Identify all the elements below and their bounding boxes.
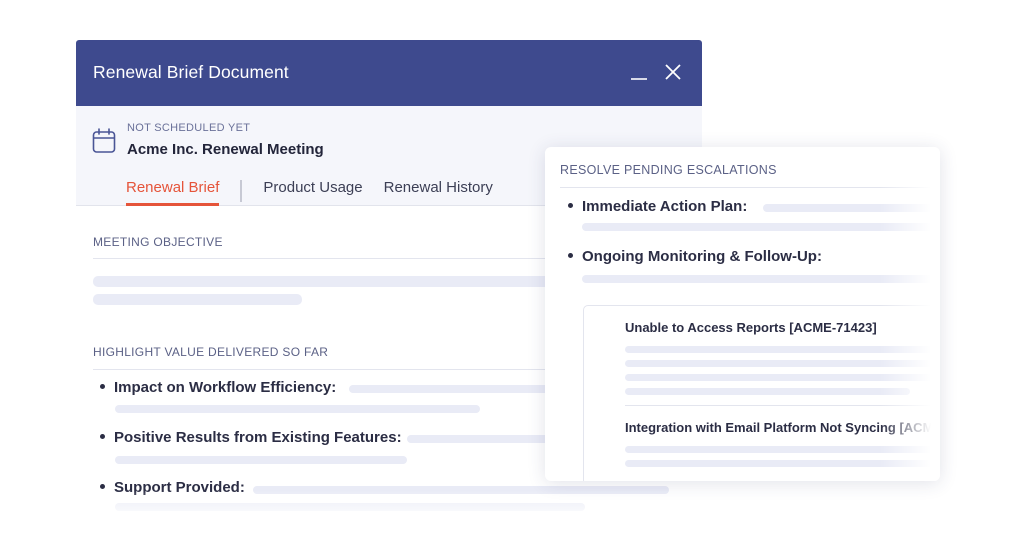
placeholder-line bbox=[625, 388, 910, 395]
placeholder-line bbox=[253, 486, 669, 494]
bullet-icon bbox=[568, 252, 573, 258]
placeholder-line bbox=[349, 385, 549, 393]
placeholder-line bbox=[625, 446, 940, 453]
placeholder-line bbox=[93, 276, 563, 287]
bullet-icon bbox=[568, 202, 573, 208]
value-item-label: Impact on Workflow Efficiency: bbox=[114, 379, 337, 396]
value-item: Impact on Workflow Efficiency: bbox=[100, 379, 336, 396]
window-titlebar: Renewal Brief Document bbox=[76, 40, 702, 106]
escalation-item: Immediate Action Plan: bbox=[568, 198, 747, 215]
placeholder-line bbox=[115, 503, 585, 511]
ticket-title[interactable]: Integration with Email Platform Not Sync… bbox=[625, 420, 940, 435]
tab-divider bbox=[240, 180, 243, 202]
escalations-heading: RESOLVE PENDING ESCALATIONS bbox=[560, 163, 777, 177]
ticket-divider bbox=[625, 405, 940, 406]
bullet-icon bbox=[100, 383, 105, 389]
meeting-status: NOT SCHEDULED YET bbox=[127, 122, 251, 134]
value-item-label: Positive Results from Existing Features: bbox=[114, 429, 402, 446]
meeting-title: Acme Inc. Renewal Meeting bbox=[127, 141, 324, 158]
placeholder-line bbox=[582, 223, 940, 231]
highlight-value-heading: HIGHLIGHT VALUE DELIVERED SO FAR bbox=[93, 345, 329, 359]
placeholder-line bbox=[407, 435, 557, 443]
bullet-icon bbox=[100, 483, 105, 489]
placeholder-line bbox=[625, 374, 940, 381]
minimize-button[interactable] bbox=[627, 60, 651, 84]
placeholder-line bbox=[625, 460, 940, 467]
tab-product-usage[interactable]: Product Usage bbox=[263, 172, 362, 206]
calendar-icon bbox=[92, 128, 116, 159]
tab-renewal-brief[interactable]: Renewal Brief bbox=[126, 172, 220, 206]
ticket-title[interactable]: Unable to Access Reports [ACME-71423] bbox=[625, 320, 877, 335]
placeholder-line bbox=[93, 294, 302, 305]
placeholder-line bbox=[115, 405, 480, 413]
tab-renewal-history[interactable]: Renewal History bbox=[384, 172, 493, 206]
placeholder-line bbox=[625, 346, 940, 353]
escalation-item: Ongoing Monitoring & Follow-Up: bbox=[568, 248, 822, 265]
placeholder-line bbox=[582, 275, 940, 283]
placeholder-line bbox=[763, 204, 940, 212]
ticket-list-card: Unable to Access Reports [ACME-71423] In… bbox=[583, 305, 940, 481]
placeholder-line bbox=[115, 456, 407, 464]
window-title: Renewal Brief Document bbox=[93, 62, 289, 82]
escalation-item-label: Immediate Action Plan: bbox=[582, 198, 748, 215]
value-item: Support Provided: bbox=[100, 479, 245, 496]
tab-bar: Renewal Brief Product Usage Renewal Hist… bbox=[126, 172, 493, 206]
close-icon bbox=[665, 64, 681, 80]
bullet-icon bbox=[100, 433, 105, 439]
section-divider bbox=[560, 187, 940, 188]
placeholder-line bbox=[625, 360, 940, 367]
close-button[interactable] bbox=[661, 60, 685, 84]
escalation-item-label: Ongoing Monitoring & Follow-Up: bbox=[582, 248, 822, 265]
value-item-label: Support Provided: bbox=[114, 479, 245, 496]
value-item: Positive Results from Existing Features: bbox=[100, 429, 402, 446]
escalations-panel: RESOLVE PENDING ESCALATIONS Immediate Ac… bbox=[545, 147, 940, 481]
meeting-objective-heading: MEETING OBJECTIVE bbox=[93, 235, 223, 249]
minimize-icon bbox=[631, 78, 647, 80]
